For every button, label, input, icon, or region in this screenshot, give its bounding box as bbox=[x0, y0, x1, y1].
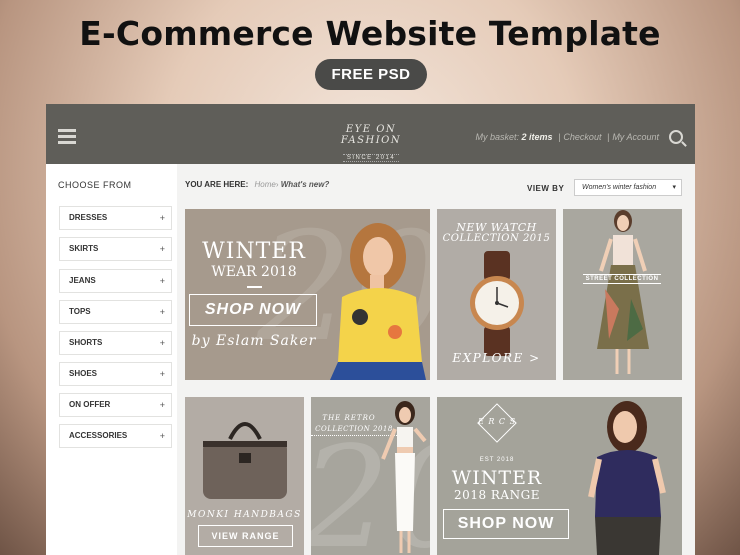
watch-title-line2: COLLECTION 2015 bbox=[442, 233, 551, 244]
website-mockup: EYE ON FASHION SINCE 2014 My basket: 2 i… bbox=[46, 104, 695, 555]
logo-title: EYE ON FASHION bbox=[340, 124, 402, 146]
breadcrumb: YOU ARE HERE: Home› What's new? bbox=[185, 180, 330, 189]
winter-wear-tile[interactable]: 20 WINTER WEAR 2018 SHOP NOW by Eslam Sa… bbox=[185, 209, 430, 380]
handbags-title: MONKI HANDBAGS bbox=[187, 510, 302, 520]
breadcrumb-current: What's new? bbox=[280, 180, 330, 189]
winter-range-subtitle: 2018 RANGE bbox=[454, 488, 540, 502]
sidebar-title: CHOOSE FROM bbox=[58, 180, 132, 190]
retro-collection-tile[interactable]: 20 THE RETRO COLLECTION 2018 bbox=[311, 397, 430, 555]
winter-byline: by Eslam Saker bbox=[191, 333, 317, 349]
street-collection-tile[interactable]: STREET COLLECTION bbox=[563, 209, 682, 380]
sidebar-item-shorts[interactable]: SHORTS + bbox=[59, 331, 172, 355]
plus-icon: + bbox=[159, 400, 165, 410]
monogram-letters: E R C S bbox=[477, 417, 517, 426]
page-headline: E-Commerce Website Template bbox=[79, 14, 661, 53]
category-sidebar: CHOOSE FROM DRESSES + SKIRTS + JEANS + TOPS… bbox=[46, 164, 177, 555]
logo-since: SINCE 2014 bbox=[342, 154, 400, 162]
header-links: My basket: 2 items | Checkout | My Account bbox=[475, 132, 660, 142]
sidebar-item-on-offer[interactable]: ON OFFER + bbox=[59, 393, 172, 417]
handbag-photo bbox=[203, 422, 287, 499]
sidebar-item-dresses[interactable]: DRESSES + bbox=[59, 206, 172, 230]
my-account-link[interactable]: My Account bbox=[612, 132, 659, 142]
model-photo bbox=[381, 401, 427, 553]
winter-title: WINTER bbox=[202, 239, 306, 264]
model-photo bbox=[588, 401, 666, 555]
winter-range-tile[interactable]: E R C S EST 2018 WINTER 2018 RANGE SHOP … bbox=[437, 397, 682, 555]
sidebar-item-jeans[interactable]: JEANS + bbox=[59, 269, 172, 293]
plus-icon: + bbox=[159, 338, 165, 348]
watch-explore-link[interactable]: EXPLORE > bbox=[437, 351, 556, 365]
plus-icon: + bbox=[159, 431, 165, 441]
est-label: EST 2018 bbox=[479, 457, 515, 463]
model-photo bbox=[597, 210, 649, 374]
model-photo bbox=[330, 223, 426, 380]
breadcrumb-label: YOU ARE HERE: bbox=[185, 180, 249, 189]
winter-subtitle: WEAR 2018 bbox=[211, 264, 297, 280]
plus-icon: + bbox=[159, 244, 165, 254]
checkout-link[interactable]: Checkout bbox=[563, 132, 601, 142]
handbags-tile[interactable]: MONKI HANDBAGS VIEW RANGE bbox=[185, 397, 304, 555]
sidebar-item-accessories[interactable]: ACCESSORIES + bbox=[59, 424, 172, 448]
free-psd-badge: FREE PSD bbox=[315, 59, 427, 90]
view-by-label: VIEW BY bbox=[527, 184, 565, 193]
watch-collection-tile[interactable]: NEW WATCH COLLECTION 2015 EXPLORE > bbox=[437, 209, 556, 380]
view-range-button[interactable]: VIEW RANGE bbox=[198, 525, 293, 547]
site-logo[interactable]: EYE ON FASHION SINCE 2014 bbox=[316, 124, 426, 164]
breadcrumb-home-link[interactable]: Home bbox=[255, 180, 276, 189]
sidebar-item-shoes[interactable]: SHOES + bbox=[59, 362, 172, 386]
chevron-down-icon: ▾ bbox=[672, 184, 676, 191]
top-navigation-bar: EYE ON FASHION SINCE 2014 My basket: 2 i… bbox=[46, 104, 695, 164]
retro-line1: THE RETRO bbox=[322, 414, 376, 422]
street-collection-label: STREET COLLECTION bbox=[583, 274, 661, 284]
winter-shop-now-button[interactable]: SHOP NOW bbox=[189, 294, 317, 326]
view-by-select[interactable]: Women's winter fashion ▾ bbox=[574, 179, 682, 196]
basket-label: My basket: bbox=[475, 132, 520, 142]
plus-icon: + bbox=[159, 213, 165, 223]
watch-photo bbox=[470, 251, 524, 356]
plus-icon: + bbox=[159, 369, 165, 379]
basket-count-link[interactable]: 2 items bbox=[522, 132, 553, 142]
sidebar-item-tops[interactable]: TOPS + bbox=[59, 300, 172, 324]
sidebar-item-skirts[interactable]: SKIRTS + bbox=[59, 237, 172, 261]
winter-range-title: WINTER bbox=[451, 467, 543, 489]
search-icon[interactable] bbox=[669, 130, 683, 144]
hamburger-menu-icon[interactable] bbox=[58, 129, 76, 144]
winter-range-shop-now-button[interactable]: SHOP NOW bbox=[443, 509, 569, 539]
plus-icon: + bbox=[159, 276, 165, 286]
plus-icon: + bbox=[159, 307, 165, 317]
